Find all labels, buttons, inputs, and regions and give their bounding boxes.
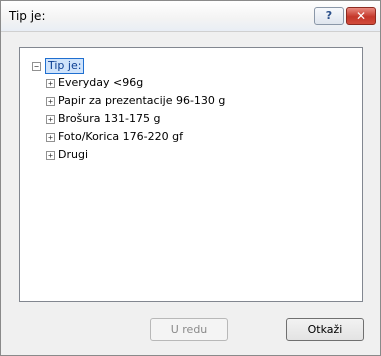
ok-button[interactable]: U redu: [150, 318, 228, 341]
expand-icon[interactable]: +: [46, 79, 55, 88]
tree-item-label[interactable]: Everyday <96g: [58, 76, 143, 89]
collapse-icon[interactable]: −: [32, 62, 41, 71]
help-button[interactable]: ?: [314, 7, 344, 25]
title-bar: Tip je: ? ✕: [1, 1, 380, 32]
paper-type-tree[interactable]: − Tip je: + Everyday <96g + Papir za pre…: [19, 47, 363, 302]
tree-item-label[interactable]: Foto/Korica 176-220 gf: [58, 130, 183, 143]
expand-icon[interactable]: +: [46, 115, 55, 124]
button-bar: U redu Otkaži: [1, 309, 380, 355]
tree-item-label[interactable]: Papir za prezentacije 96-130 g: [58, 94, 225, 107]
dialog-window: Tip je: ? ✕ − Tip je: + Everyday <96g + …: [0, 0, 381, 356]
close-button[interactable]: ✕: [346, 7, 376, 25]
tree-item-label[interactable]: Drugi: [58, 148, 88, 161]
expand-icon[interactable]: +: [46, 97, 55, 106]
window-title: Tip je:: [9, 9, 46, 23]
tree-item-label[interactable]: Brošura 131-175 g: [58, 112, 160, 125]
expand-icon[interactable]: +: [46, 133, 55, 142]
cancel-button[interactable]: Otkaži: [286, 318, 364, 341]
tree-root-label[interactable]: Tip je:: [45, 58, 85, 74]
expand-icon[interactable]: +: [46, 151, 55, 160]
